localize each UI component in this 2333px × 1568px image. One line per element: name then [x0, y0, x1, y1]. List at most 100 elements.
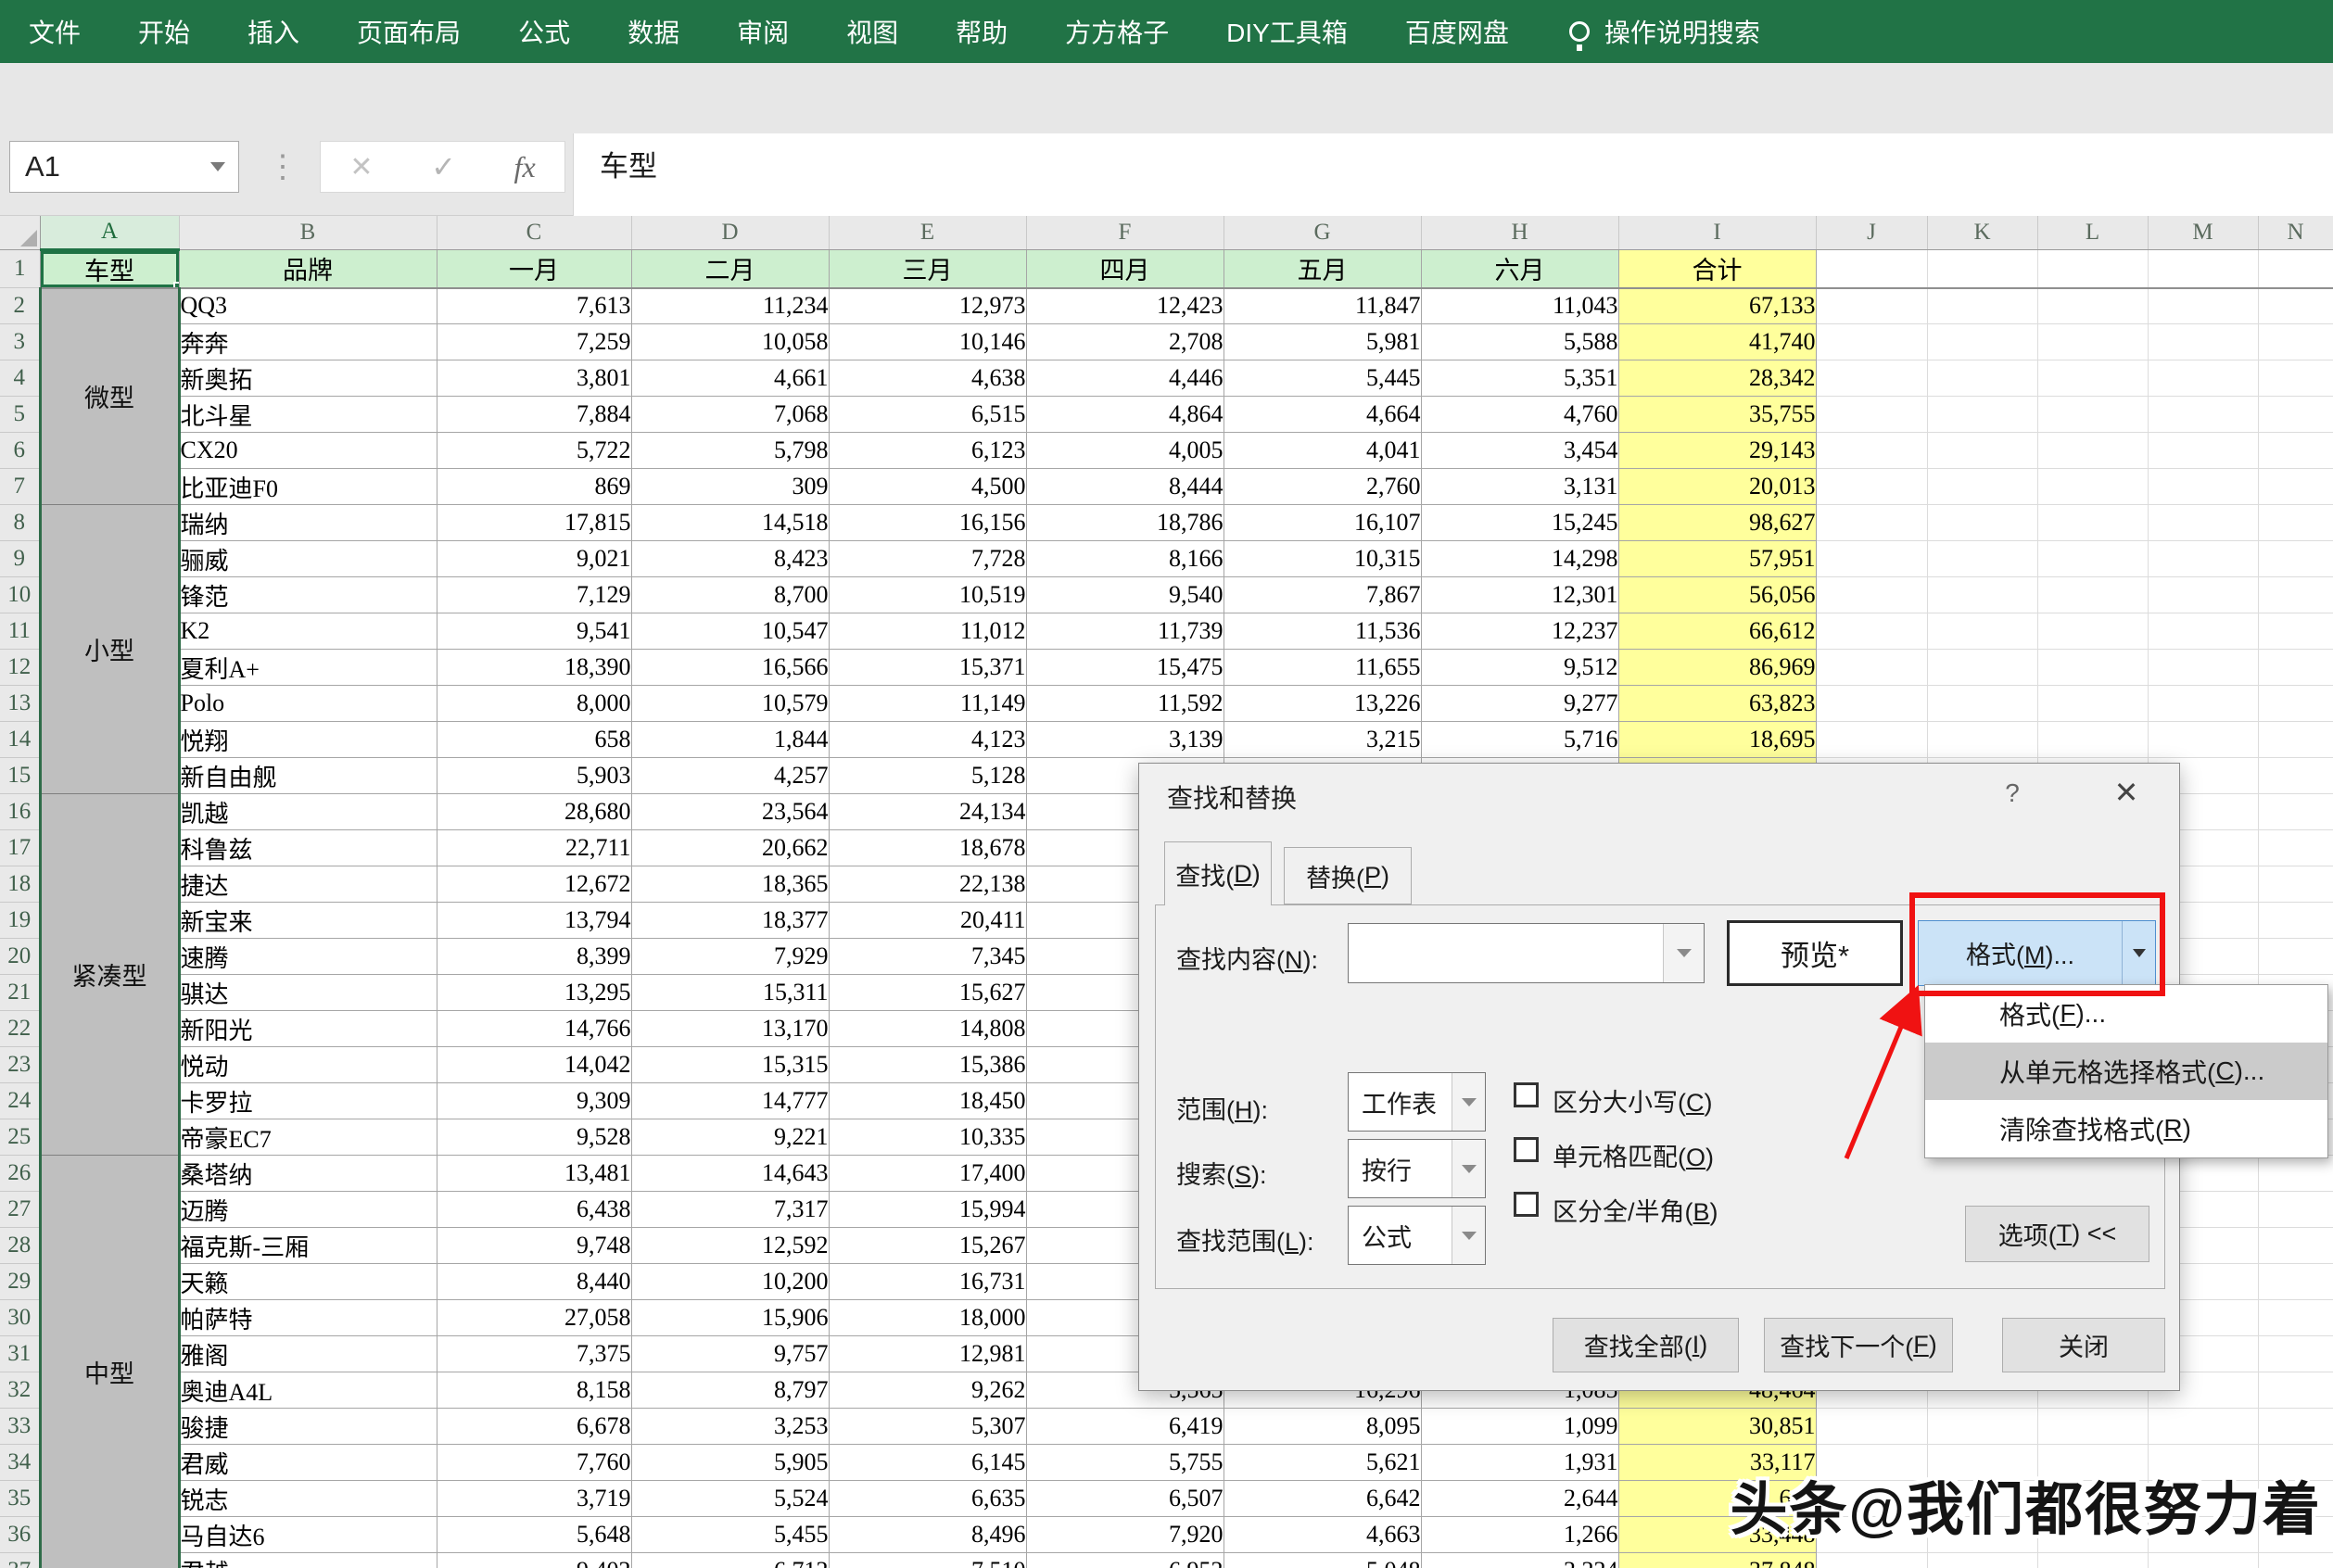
- month-value-cell[interactable]: 13,170: [631, 1011, 829, 1047]
- brand-cell[interactable]: 迈腾: [179, 1192, 437, 1228]
- empty-cell[interactable]: [2148, 1553, 2258, 1568]
- empty-cell[interactable]: [2037, 577, 2148, 613]
- total-value-cell[interactable]: 35,755: [1618, 397, 1816, 433]
- ribbon-tab[interactable]: 公式: [489, 13, 599, 50]
- month-value-cell[interactable]: 15,371: [829, 650, 1026, 686]
- month-value-cell[interactable]: 9,221: [631, 1119, 829, 1156]
- tell-me-search[interactable]: 操作说明搜索: [1538, 13, 1773, 50]
- row-header[interactable]: 28: [0, 1228, 40, 1264]
- month-value-cell[interactable]: 9,540: [1026, 577, 1224, 613]
- empty-cell[interactable]: [1927, 577, 2037, 613]
- empty-cell[interactable]: [2148, 469, 2258, 505]
- month-value-cell[interactable]: 18,450: [829, 1083, 1026, 1119]
- month-value-cell[interactable]: 22,711: [437, 830, 631, 866]
- brand-cell[interactable]: 悦翔: [179, 722, 437, 758]
- brand-cell[interactable]: 新宝来: [179, 903, 437, 939]
- month-value-cell[interactable]: 6,515: [829, 397, 1026, 433]
- row-header[interactable]: 16: [0, 794, 40, 830]
- row-header[interactable]: 22: [0, 1011, 40, 1047]
- month-value-cell[interactable]: 4,661: [631, 360, 829, 397]
- month-value-cell[interactable]: 7,728: [829, 541, 1026, 577]
- empty-cell[interactable]: [2258, 722, 2333, 758]
- row-header[interactable]: 26: [0, 1156, 40, 1192]
- month-value-cell[interactable]: 9,277: [1421, 686, 1618, 722]
- month-value-cell[interactable]: 6,642: [1224, 1481, 1421, 1517]
- month-value-cell[interactable]: 4,005: [1026, 433, 1224, 469]
- column-header-C[interactable]: C: [437, 216, 631, 249]
- row-header[interactable]: 8: [0, 505, 40, 541]
- empty-cell[interactable]: [1927, 686, 2037, 722]
- month-value-cell[interactable]: 11,847: [1224, 288, 1421, 324]
- empty-cell[interactable]: [2258, 1300, 2333, 1336]
- empty-cell[interactable]: [2037, 288, 2148, 324]
- ribbon-tab[interactable]: DIY工具箱: [1198, 13, 1376, 50]
- month-value-cell[interactable]: 6,952: [1026, 1553, 1224, 1568]
- empty-cell[interactable]: [2258, 939, 2333, 975]
- month-value-cell[interactable]: 8,158: [437, 1372, 631, 1409]
- month-value-cell[interactable]: 5,048: [1224, 1553, 1421, 1568]
- month-value-cell[interactable]: 11,234: [631, 288, 829, 324]
- empty-cell[interactable]: [1816, 1409, 1927, 1445]
- month-value-cell[interactable]: 14,518: [631, 505, 829, 541]
- brand-cell[interactable]: 君威: [179, 1445, 437, 1481]
- row-header[interactable]: 31: [0, 1336, 40, 1372]
- row-header[interactable]: 32: [0, 1372, 40, 1409]
- empty-cell[interactable]: [1816, 397, 1927, 433]
- row-header[interactable]: 6: [0, 433, 40, 469]
- empty-cell[interactable]: [2037, 360, 2148, 397]
- brand-cell[interactable]: 福克斯-三厢: [179, 1228, 437, 1264]
- month-value-cell[interactable]: 6,712: [631, 1553, 829, 1568]
- empty-cell[interactable]: [2037, 249, 2148, 288]
- month-value-cell[interactable]: 12,301: [1421, 577, 1618, 613]
- ribbon-tab[interactable]: 视图: [818, 13, 927, 50]
- empty-cell[interactable]: [1927, 1553, 2037, 1568]
- empty-cell[interactable]: [2148, 1409, 2258, 1445]
- menu-item-clear-find-format[interactable]: 清除查找格式(R): [1925, 1100, 2327, 1157]
- total-value-cell[interactable]: 18,695: [1618, 722, 1816, 758]
- empty-cell[interactable]: [1927, 1409, 2037, 1445]
- empty-cell[interactable]: [2258, 288, 2333, 324]
- month-value-cell[interactable]: 14,042: [437, 1047, 631, 1083]
- month-value-cell[interactable]: 18,377: [631, 903, 829, 939]
- month-value-cell[interactable]: 5,716: [1421, 722, 1618, 758]
- row-header[interactable]: 34: [0, 1445, 40, 1481]
- empty-cell[interactable]: [2037, 722, 2148, 758]
- column-header-H[interactable]: H: [1421, 216, 1618, 249]
- month-value-cell[interactable]: 24,134: [829, 794, 1026, 830]
- month-value-cell[interactable]: 9,512: [1421, 650, 1618, 686]
- month-value-cell[interactable]: 8,797: [631, 1372, 829, 1409]
- tab-find[interactable]: 查找(D): [1164, 841, 1272, 905]
- empty-cell[interactable]: [1816, 469, 1927, 505]
- empty-cell[interactable]: [2258, 1336, 2333, 1372]
- month-value-cell[interactable]: 3,454: [1421, 433, 1618, 469]
- month-value-cell[interactable]: 11,592: [1026, 686, 1224, 722]
- brand-cell[interactable]: 凯越: [179, 794, 437, 830]
- month-value-cell[interactable]: 2,224: [1421, 1553, 1618, 1568]
- row-header[interactable]: 2: [0, 288, 40, 324]
- column-header-E[interactable]: E: [829, 216, 1026, 249]
- month-value-cell[interactable]: 15,906: [631, 1300, 829, 1336]
- brand-cell[interactable]: 新奥拓: [179, 360, 437, 397]
- month-value-cell[interactable]: 4,663: [1224, 1517, 1421, 1553]
- month-value-cell[interactable]: 14,777: [631, 1083, 829, 1119]
- month-value-cell[interactable]: 4,864: [1026, 397, 1224, 433]
- empty-cell[interactable]: [2148, 577, 2258, 613]
- empty-cell[interactable]: [2258, 613, 2333, 650]
- row-header[interactable]: 27: [0, 1192, 40, 1228]
- fill-handle[interactable]: [173, 282, 180, 288]
- month-value-cell[interactable]: 7,867: [1224, 577, 1421, 613]
- brand-cell[interactable]: 比亚迪F0: [179, 469, 437, 505]
- brand-cell[interactable]: 夏利A+: [179, 650, 437, 686]
- month-value-cell[interactable]: 5,307: [829, 1409, 1026, 1445]
- month-value-cell[interactable]: 13,226: [1224, 686, 1421, 722]
- empty-cell[interactable]: [2037, 397, 2148, 433]
- month-value-cell[interactable]: 6,145: [829, 1445, 1026, 1481]
- month-value-cell[interactable]: 18,390: [437, 650, 631, 686]
- month-value-cell[interactable]: 18,678: [829, 830, 1026, 866]
- month-value-cell[interactable]: 6,419: [1026, 1409, 1224, 1445]
- row-header[interactable]: 37: [0, 1553, 40, 1568]
- brand-cell[interactable]: 科鲁兹: [179, 830, 437, 866]
- empty-cell[interactable]: [2258, 324, 2333, 360]
- month-value-cell[interactable]: 9,021: [437, 541, 631, 577]
- header-cell-total[interactable]: 合计: [1618, 249, 1816, 288]
